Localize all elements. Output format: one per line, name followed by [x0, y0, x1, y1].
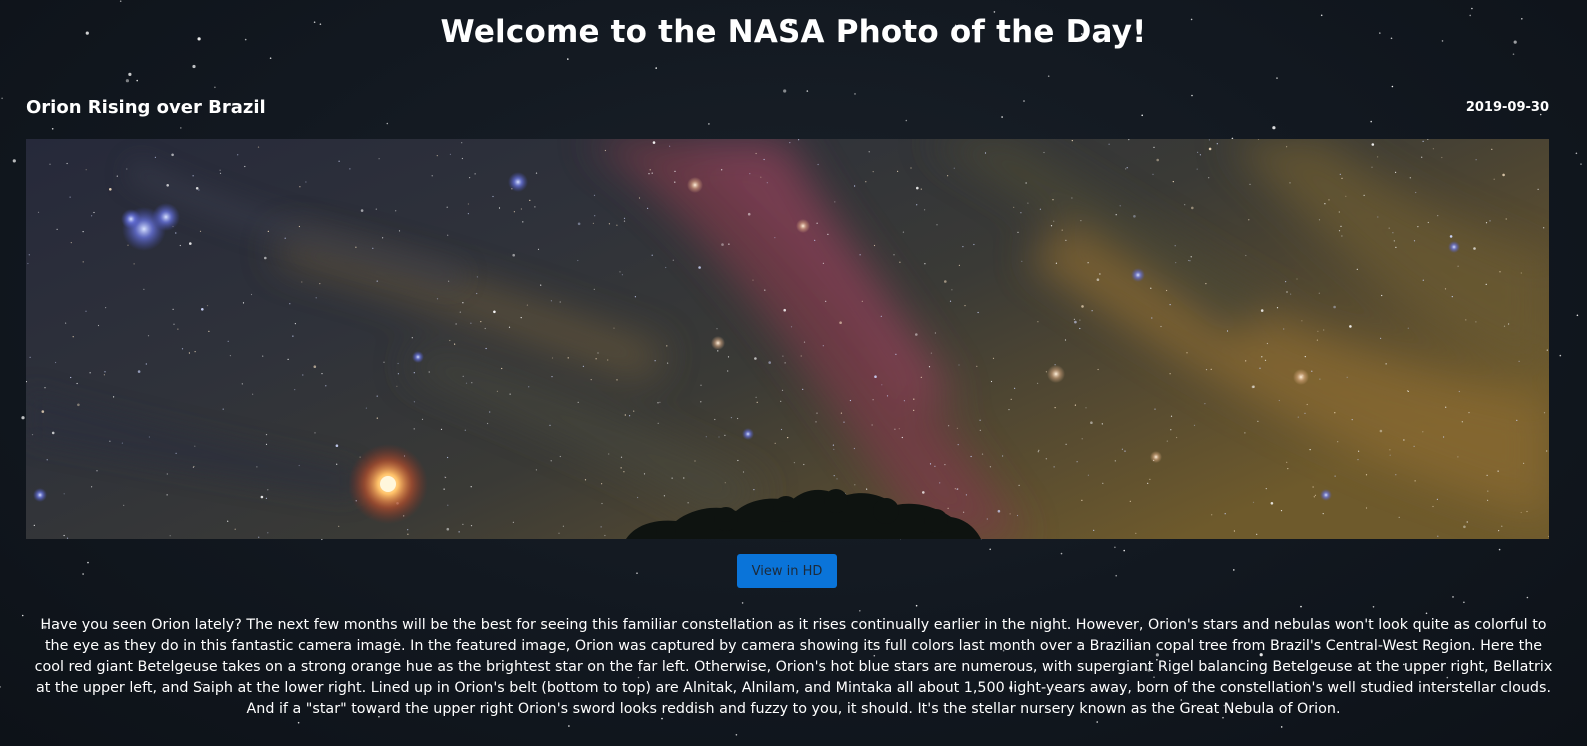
photo-date: 2019-09-30 [1465, 100, 1549, 115]
apod-image [26, 139, 1549, 539]
photo-title: Orion Rising over Brazil [26, 97, 266, 118]
view-in-hd-button[interactable]: View in HD [737, 554, 837, 588]
page-title: Welcome to the NASA Photo of the Day! [440, 14, 1147, 50]
photo-explanation: Have you seen Orion lately? The next few… [34, 617, 1553, 717]
